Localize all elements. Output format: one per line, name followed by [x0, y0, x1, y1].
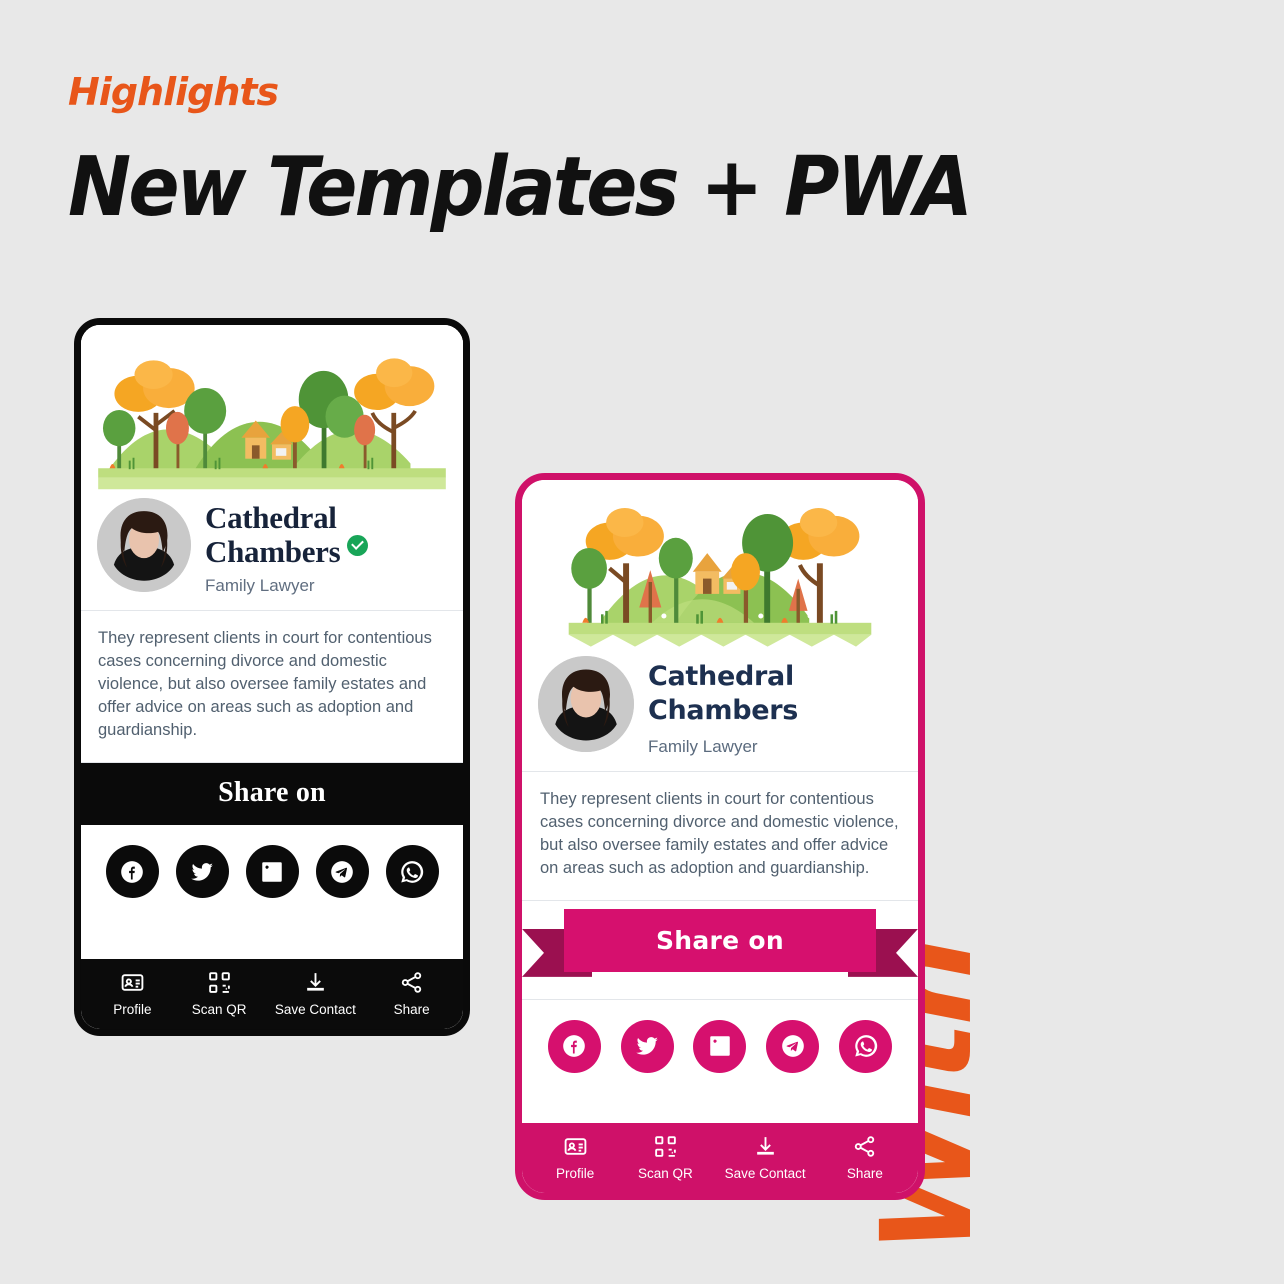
- business-bio: They represent clients in court for cont…: [98, 628, 432, 740]
- avatar-portrait-icon: [97, 498, 191, 593]
- business-name-line1: Cathedral: [648, 661, 794, 692]
- kicker-label: Highlights: [68, 70, 279, 114]
- divider: [522, 899, 918, 901]
- business-name: Cathedral Chambers: [205, 500, 369, 569]
- qr-code-icon: [208, 972, 230, 993]
- profile-card-icon: [121, 974, 144, 991]
- nav-label: Scan QR: [191, 1002, 247, 1017]
- business-role: Family Lawyer: [648, 736, 758, 756]
- identity-block: Cathedral Chambers Family Lawyer: [81, 492, 463, 610]
- bottom-navigation: Profile Scan QR Save Contact Share: [81, 959, 463, 1029]
- share-nodes-icon: [855, 1136, 875, 1157]
- social-button-linkedin[interactable]: [693, 1019, 747, 1073]
- business-name-line1: Cathedral: [205, 500, 337, 536]
- nav-item-share[interactable]: Share: [381, 970, 443, 1017]
- hero-illustration: [81, 325, 463, 493]
- linkedin-icon: [262, 862, 282, 882]
- social-button-facebook[interactable]: [105, 845, 159, 899]
- template-card-pink[interactable]: Cathedral Chambers Family Lawyer They rep…: [515, 473, 925, 1200]
- profile-card-icon: [564, 1138, 586, 1155]
- twitter-icon: [636, 1037, 659, 1056]
- business-bio: They represent clients in court for cont…: [540, 789, 899, 877]
- download-icon: [756, 1137, 774, 1155]
- nav-label: Scan QR: [637, 1166, 693, 1181]
- avatar-portrait-icon: [538, 656, 634, 752]
- social-button-facebook[interactable]: [547, 1019, 601, 1073]
- whatsapp-icon: [854, 1035, 877, 1058]
- business-name: Cathedral Chambers: [648, 660, 798, 728]
- template-card-dark[interactable]: Cathedral Chambers Family Lawyer They rep…: [74, 318, 470, 1036]
- nav-label: Save Contact: [724, 1166, 806, 1181]
- social-button-telegram[interactable]: [766, 1019, 820, 1073]
- nav-item-profile[interactable]: Profile: [544, 1134, 606, 1181]
- nav-item-scan-qr[interactable]: Scan QR: [188, 970, 250, 1017]
- social-share-row: [81, 825, 463, 921]
- share-on-heading: Share on: [564, 908, 876, 972]
- share-on-ribbon: Share on: [522, 903, 918, 999]
- nav-item-save-contact[interactable]: Save Contact: [725, 1134, 806, 1181]
- nav-label: Share: [393, 1002, 430, 1017]
- avatar: [538, 656, 634, 752]
- facebook-icon: [563, 1035, 586, 1058]
- page-title: New Templates + PWA: [68, 140, 973, 235]
- business-role: Family Lawyer: [205, 575, 315, 595]
- nav-item-share[interactable]: Share: [834, 1134, 896, 1181]
- bottom-navigation: Profile Scan QR Save Contact Share: [522, 1123, 918, 1193]
- social-button-linkedin[interactable]: [245, 845, 299, 899]
- nav-label: Profile: [555, 1166, 595, 1181]
- hero-illustration: [522, 480, 918, 650]
- identity-block: Cathedral Chambers Family Lawyer: [522, 650, 918, 771]
- download-icon: [307, 973, 324, 991]
- social-button-whatsapp[interactable]: [385, 845, 439, 899]
- nav-item-scan-qr[interactable]: Scan QR: [634, 1134, 696, 1181]
- share-on-heading: Share on: [81, 763, 463, 826]
- whatsapp-icon: [401, 860, 424, 883]
- nav-label: Share: [846, 1166, 883, 1181]
- telegram-icon: [781, 1035, 804, 1058]
- social-share-row: [522, 999, 918, 1095]
- social-button-twitter[interactable]: [620, 1019, 674, 1073]
- verified-badge-icon: [347, 534, 369, 556]
- social-button-twitter[interactable]: [175, 845, 229, 899]
- business-name-line2: Chambers: [648, 694, 799, 726]
- share-nodes-icon: [401, 972, 422, 993]
- twitter-icon: [191, 862, 213, 881]
- nav-label: Profile: [113, 1002, 152, 1017]
- business-name-line2: Chambers: [205, 533, 341, 569]
- nav-item-save-contact[interactable]: Save Contact: [275, 970, 356, 1017]
- linkedin-icon: [710, 1036, 730, 1057]
- avatar: [97, 498, 191, 593]
- telegram-icon: [331, 860, 353, 883]
- social-button-whatsapp[interactable]: [839, 1019, 893, 1073]
- qr-code-icon: [655, 1136, 676, 1157]
- facebook-icon: [121, 860, 143, 883]
- social-button-telegram[interactable]: [315, 845, 369, 899]
- nav-item-profile[interactable]: Profile: [101, 970, 163, 1017]
- nav-label: Save Contact: [274, 1002, 356, 1017]
